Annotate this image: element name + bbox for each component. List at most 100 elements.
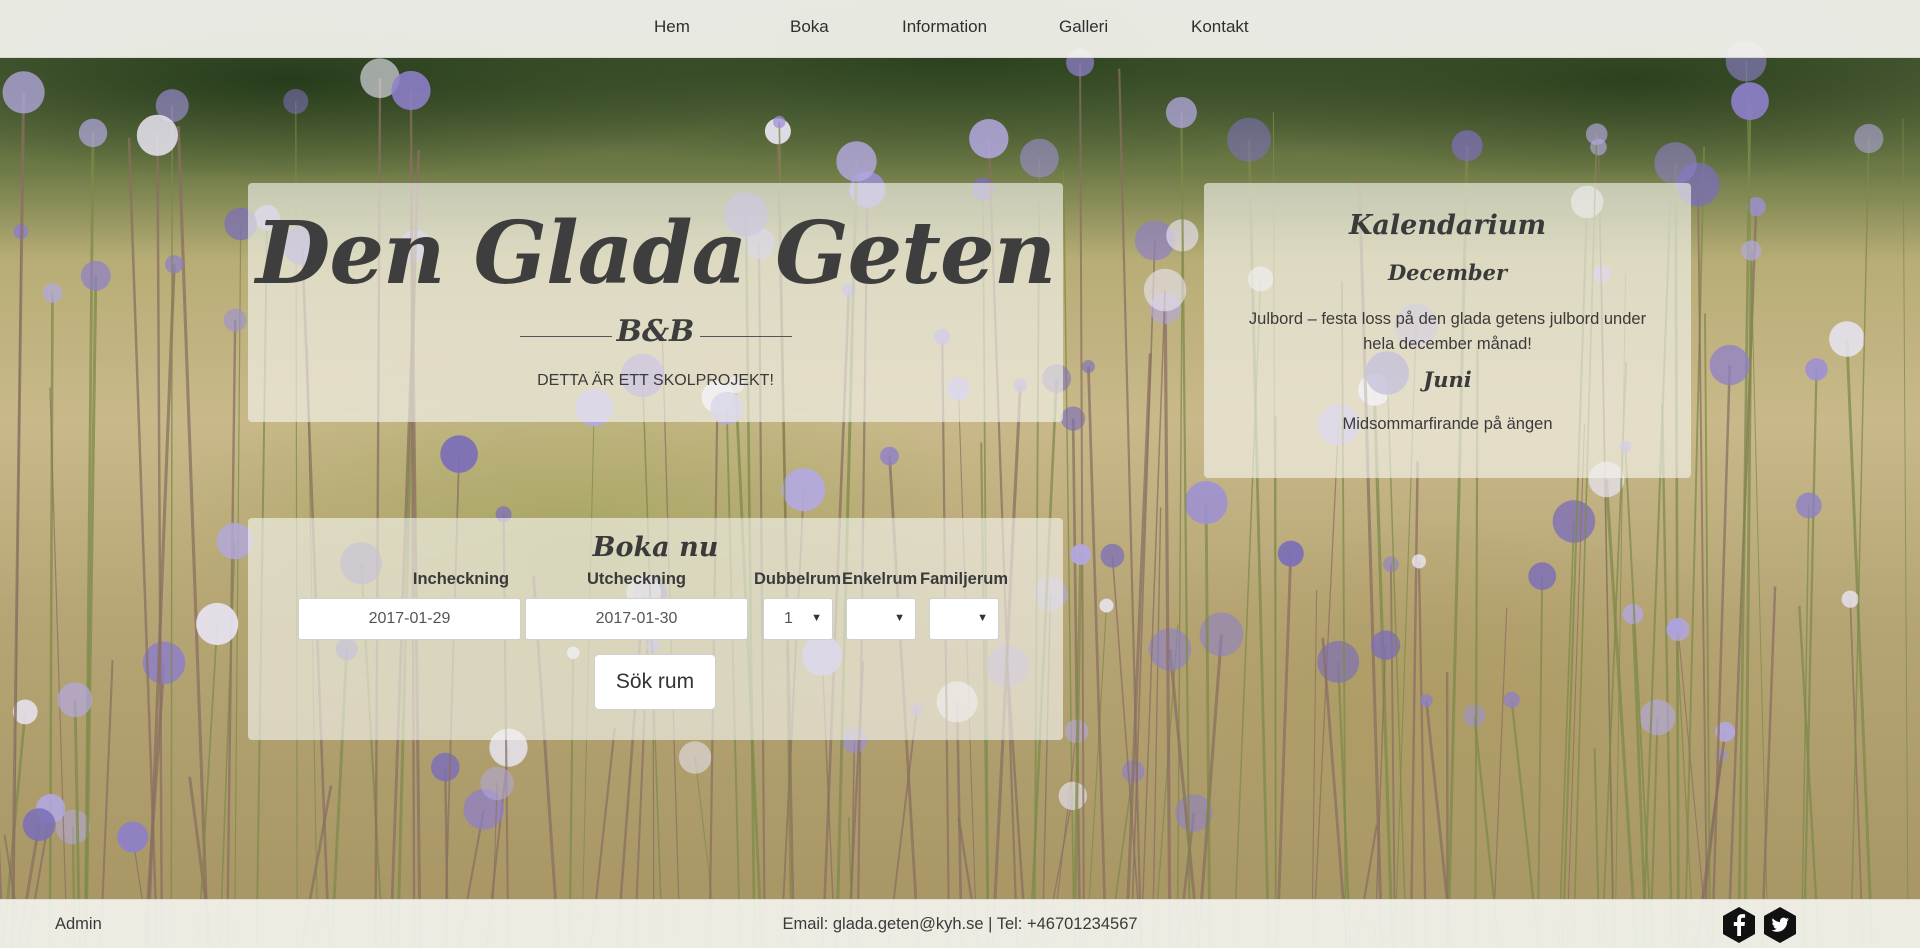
site-title: Den Glada Geten — [255, 203, 1057, 304]
double-room-label: Dubbelrum — [754, 570, 842, 588]
meadow-stem — [1710, 364, 1731, 948]
meadow-flower — [678, 741, 712, 774]
meadow-stem — [1696, 184, 1709, 948]
meadow-flower — [1829, 321, 1865, 357]
calendar-entry-juni: Midsommarfirande på ängen — [1342, 415, 1553, 433]
meadow-flower — [1709, 344, 1750, 386]
meadow-flower — [2, 71, 45, 114]
nav-item-boka[interactable]: Boka — [790, 17, 829, 37]
meadow-flower — [1795, 492, 1822, 519]
calendar-panel: Kalendarium December Julbord – festa los… — [1204, 183, 1691, 478]
contact-info: Email: glada.geten@kyh.se | Tel: +467012… — [782, 915, 1138, 933]
meadow-flower — [1741, 240, 1762, 261]
meadow-stem — [1631, 613, 1648, 948]
meadow-flower — [480, 766, 514, 801]
meadow-flower — [773, 115, 786, 129]
meadow-flower — [42, 283, 63, 303]
meadow-flower — [196, 602, 239, 646]
meadow-flower — [1420, 694, 1433, 707]
meadow-flower — [1731, 82, 1769, 121]
meadow-stem — [1624, 446, 1653, 948]
hero-panel: Den Glada Geten B&B DETTA ÄR ETT SKOLPRO… — [248, 183, 1063, 422]
meadow-flower — [880, 446, 899, 466]
meadow-flower — [1666, 617, 1690, 642]
meadow-flower — [22, 808, 56, 841]
meadow-flower — [391, 70, 431, 111]
meadow-stem — [1902, 118, 1909, 948]
meadow-stem — [1661, 405, 1674, 948]
meadow-flower — [142, 641, 186, 685]
single-room-select[interactable]: ▼ — [846, 598, 916, 640]
twitter-icon[interactable] — [1762, 906, 1798, 944]
chevron-down-icon: ▼ — [894, 612, 905, 624]
meadow-flower — [78, 118, 108, 148]
meadow-stem — [1204, 502, 1212, 948]
meadow-flower — [1805, 358, 1828, 381]
checkin-date-input[interactable] — [298, 598, 521, 640]
meadow-stem — [10, 92, 26, 948]
meadow-flower — [136, 114, 178, 156]
meadow-flower — [223, 308, 247, 332]
meadow-flower — [80, 260, 111, 291]
calendar-title: Kalendarium — [1348, 210, 1547, 241]
meadow-stem — [1130, 240, 1156, 948]
meadow-flower — [1451, 130, 1483, 162]
calendar-month-juni: Juni — [1423, 367, 1472, 392]
facebook-icon[interactable] — [1721, 906, 1757, 944]
meadow-flower — [1227, 117, 1271, 162]
nav-item-kontakt[interactable]: Kontakt — [1191, 17, 1249, 37]
meadow-flower — [1382, 556, 1399, 573]
search-rooms-button[interactable]: Sök rum — [594, 654, 716, 710]
meadow-flower — [165, 255, 184, 274]
meadow-flower — [440, 435, 478, 473]
subtitle-rule-right — [700, 336, 792, 337]
meadow-flower — [1184, 481, 1228, 525]
meadow-stem — [1409, 461, 1419, 948]
nav-item-galleri[interactable]: Galleri — [1059, 17, 1108, 37]
booking-title: Boka nu — [592, 532, 719, 563]
meadow-flower — [782, 468, 826, 512]
site-subtitle: B&B — [616, 314, 695, 349]
nav-item-information[interactable]: Information — [902, 17, 987, 37]
meadow-stem — [0, 844, 5, 948]
meadow-stem — [1176, 235, 1184, 948]
double-room-select[interactable]: 1 ▼ — [763, 598, 833, 640]
meadow-stem — [156, 135, 164, 948]
chevron-down-icon: ▼ — [811, 612, 822, 624]
meadow-stem — [1536, 576, 1544, 948]
page-footer: Admin Email: glada.geten@kyh.se | Tel: +… — [0, 899, 1920, 948]
checkout-date-input[interactable] — [525, 598, 748, 640]
meadow-flower — [117, 821, 149, 853]
top-navbar: Hem Boka Information Galleri Kontakt — [0, 0, 1920, 58]
meadow-flower — [57, 682, 93, 718]
meadow-flower — [1841, 590, 1859, 608]
nav-item-hem[interactable]: Hem — [654, 17, 690, 37]
meadow-stem — [176, 126, 210, 948]
meadow-stem — [49, 387, 68, 948]
meadow-stem — [1079, 62, 1086, 948]
meadow-flower — [1020, 138, 1059, 178]
meadow-flower — [836, 141, 877, 182]
meadow-stem — [170, 105, 173, 948]
meadow-flower — [1099, 598, 1114, 613]
single-room-label: Enkelrum — [842, 570, 918, 588]
meadow-stem — [1275, 553, 1293, 948]
meadow-flower — [1639, 699, 1676, 736]
meadow-flower — [1081, 360, 1095, 373]
family-room-label: Familjerum — [920, 570, 1009, 588]
meadow-flower — [1528, 562, 1557, 591]
booking-panel: Boka nu Incheckning Utcheckning Dubbelru… — [248, 518, 1063, 740]
calendar-month-december: December — [1387, 260, 1508, 285]
meadow-flower — [1165, 97, 1197, 128]
family-room-select[interactable]: ▼ — [929, 598, 999, 640]
meadow-flower — [1143, 268, 1187, 312]
meadow-flower — [1552, 500, 1596, 543]
meadow-flower — [1463, 704, 1486, 727]
chevron-down-icon: ▼ — [977, 612, 988, 624]
meadow-flower — [1100, 543, 1125, 568]
school-project-note: DETTA ÄR ETT SKOLPROJEKT! — [537, 372, 774, 389]
meadow-flower — [1854, 123, 1884, 154]
double-room-value: 1 — [784, 610, 793, 627]
meadow-flower — [1148, 628, 1192, 671]
meadow-flower — [431, 752, 460, 782]
